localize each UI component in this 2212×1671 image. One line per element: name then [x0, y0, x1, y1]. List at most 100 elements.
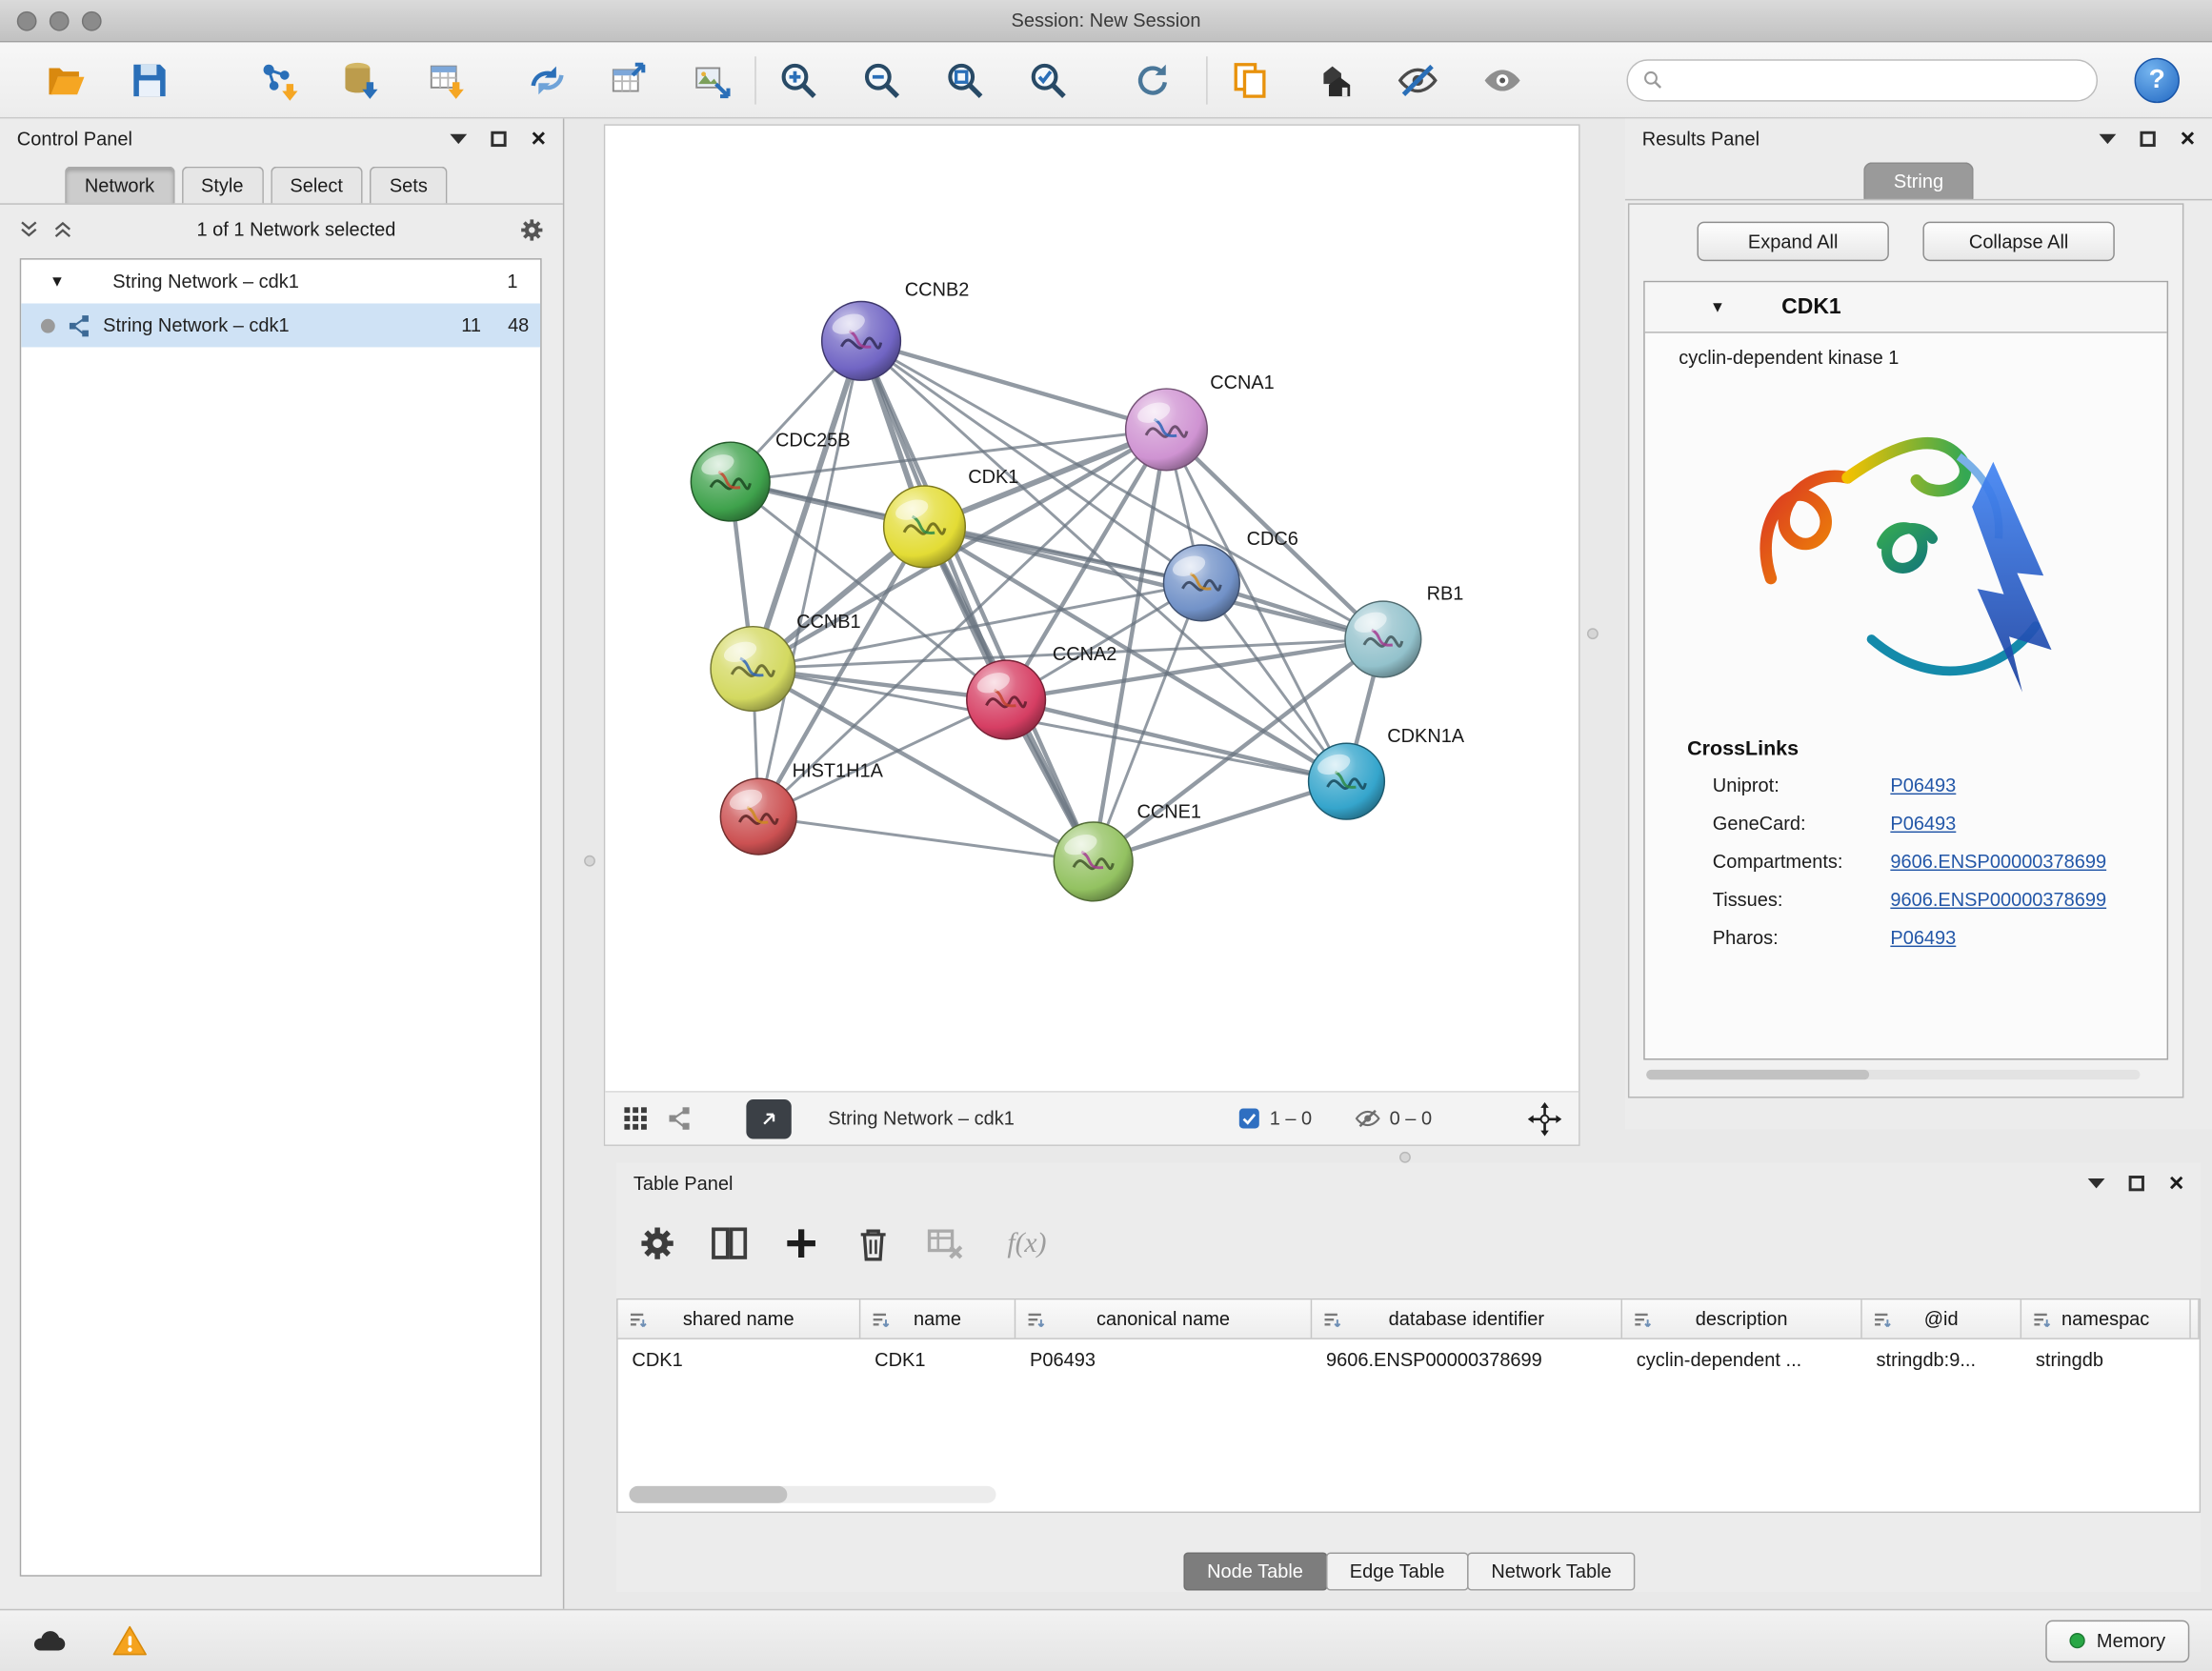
column-header-shared-name[interactable]: shared name	[618, 1299, 861, 1338]
bottom-splitter-handle[interactable]	[1399, 1152, 1411, 1163]
tab-sets[interactable]: Sets	[370, 167, 447, 204]
close-panel-icon[interactable]: ×	[2181, 126, 2196, 151]
help-button[interactable]: ?	[2135, 57, 2180, 102]
node-RB1[interactable]: RB1	[1345, 584, 1463, 677]
birds-eye-grid-icon[interactable]	[622, 1105, 649, 1132]
column-header-namespac[interactable]: namespac	[2021, 1299, 2191, 1338]
zoom-window-icon[interactable]	[82, 11, 102, 31]
tab-network-table[interactable]: Network Table	[1467, 1553, 1636, 1591]
apply-layout-button[interactable]	[1121, 49, 1183, 111]
column-header-name[interactable]: name	[860, 1299, 1016, 1338]
panel-menu-icon[interactable]	[2100, 133, 2117, 143]
pan-crosshair-icon[interactable]	[1528, 1101, 1562, 1136]
selected-count-badge[interactable]: 1 – 0	[1237, 1106, 1313, 1130]
node-CDK1[interactable]: CDK1	[884, 467, 1019, 568]
tab-node-table[interactable]: Node Table	[1183, 1553, 1327, 1591]
edge-CCNB2-CCNE1[interactable]	[861, 341, 1094, 862]
export-network-button[interactable]	[516, 49, 578, 111]
show-panel-button[interactable]	[1472, 49, 1534, 111]
crosslink-link[interactable]: P06493	[1890, 927, 1956, 948]
export-image-button[interactable]	[681, 49, 743, 111]
add-column-icon[interactable]	[780, 1222, 822, 1264]
import-network-icon	[258, 58, 300, 100]
node-CCNE1[interactable]: CCNE1	[1054, 802, 1201, 901]
export-table-button[interactable]	[598, 49, 660, 111]
node-CCNA1[interactable]: CCNA1	[1126, 372, 1275, 471]
close-panel-icon[interactable]: ×	[532, 126, 547, 151]
copy-button[interactable]	[1218, 49, 1280, 111]
crosslink-link[interactable]: P06493	[1890, 775, 1956, 795]
delete-column-icon[interactable]	[852, 1222, 894, 1264]
edge-CCNB2-CCNA1[interactable]	[861, 341, 1166, 430]
gear-icon[interactable]	[517, 215, 546, 244]
protein-name: CDK1	[1781, 294, 1840, 320]
collapse-all-icon[interactable]	[17, 217, 41, 241]
open-session-button[interactable]	[34, 49, 96, 111]
column-header-description[interactable]: description	[1622, 1299, 1862, 1338]
left-splitter-handle[interactable]	[584, 856, 595, 867]
cloud-button[interactable]	[23, 1620, 73, 1661]
zoom-out-button[interactable]	[851, 49, 913, 111]
warnings-button[interactable]	[105, 1620, 155, 1661]
node-label: CCNB1	[796, 612, 861, 633]
table-scrollbar[interactable]	[629, 1486, 995, 1503]
import-database-button[interactable]	[331, 49, 392, 111]
edge-HIST1H1A-CCNE1[interactable]	[758, 816, 1093, 861]
hidden-count-badge[interactable]: 0 – 0	[1355, 1105, 1432, 1132]
panel-menu-icon[interactable]	[2088, 1178, 2105, 1187]
share-network-icon[interactable]	[666, 1105, 693, 1132]
zoom-in-button[interactable]	[768, 49, 830, 111]
close-panel-icon[interactable]: ×	[2169, 1170, 2184, 1196]
close-window-icon[interactable]	[17, 11, 37, 31]
results-scrollbar[interactable]	[1646, 1070, 2140, 1079]
column-header-database-identifier[interactable]: database identifier	[1312, 1299, 1622, 1338]
node-CCNB1[interactable]: CCNB1	[711, 612, 861, 711]
node-CDKN1A[interactable]: CDKN1A	[1309, 726, 1465, 819]
crosslink-link[interactable]: 9606.ENSP00000378699	[1890, 851, 2106, 872]
edge-CCNA2-HIST1H1A[interactable]	[758, 700, 1006, 817]
home-button[interactable]	[1305, 49, 1367, 111]
network-canvas[interactable]: CCNB2CCNA1CDC25BCDK1CDC6RB1CCNB1CCNA2CDK…	[605, 126, 1579, 1091]
tab-network[interactable]: Network	[65, 167, 174, 204]
tab-string[interactable]: String	[1864, 162, 1973, 199]
tree-caret-icon[interactable]: ▼	[50, 273, 65, 291]
table-row[interactable]: CDK1CDK1P064939606.ENSP00000378699cyclin…	[618, 1339, 2200, 1379]
open-in-browser-button[interactable]	[746, 1098, 791, 1137]
save-session-button[interactable]	[118, 49, 180, 111]
panel-menu-icon[interactable]	[451, 133, 468, 143]
float-panel-icon[interactable]	[2141, 131, 2156, 146]
edge-CCNB2-HIST1H1A[interactable]	[758, 341, 861, 816]
search-input[interactable]	[1673, 70, 2081, 91]
crosslink-link[interactable]: P06493	[1890, 813, 1956, 834]
right-splitter-handle[interactable]	[1587, 628, 1599, 639]
control-panel-header: Control Panel ×	[0, 118, 563, 157]
node-HIST1H1A[interactable]: HIST1H1A	[720, 761, 883, 855]
network-row[interactable]: String Network – cdk1 11 48	[21, 304, 540, 348]
network-label: String Network – cdk1	[103, 314, 290, 335]
float-panel-icon[interactable]	[2129, 1175, 2144, 1190]
crosslink-link[interactable]: 9606.ENSP00000378699	[1890, 889, 2106, 910]
tab-edge-table[interactable]: Edge Table	[1326, 1553, 1469, 1591]
zoom-selected-button[interactable]	[1017, 49, 1079, 111]
table-export-icon	[608, 58, 650, 100]
float-panel-icon[interactable]	[492, 131, 507, 146]
column-header-canonical-name[interactable]: canonical name	[1016, 1299, 1312, 1338]
protein-entry-header[interactable]: ▼ CDK1	[1645, 282, 2167, 332]
entry-caret-icon[interactable]: ▼	[1710, 298, 1725, 315]
import-network-button[interactable]	[249, 49, 311, 111]
zoom-fit-button[interactable]	[934, 49, 995, 111]
network-collection-row[interactable]: ▼ String Network – cdk1 1	[21, 260, 540, 304]
expand-all-icon[interactable]	[50, 217, 74, 241]
table-gear-icon[interactable]	[636, 1222, 678, 1264]
expand-all-button[interactable]: Expand All	[1697, 222, 1888, 261]
tab-style[interactable]: Style	[181, 167, 263, 204]
show-columns-icon[interactable]	[708, 1222, 750, 1264]
import-table-button[interactable]	[416, 49, 478, 111]
collapse-all-button[interactable]: Collapse All	[1922, 222, 2114, 261]
column-header--id[interactable]: @id	[1862, 1299, 2021, 1338]
tab-select[interactable]: Select	[271, 167, 363, 204]
minimize-window-icon[interactable]	[50, 11, 70, 31]
hide-panel-button[interactable]	[1387, 49, 1449, 111]
memory-button[interactable]: Memory	[2046, 1620, 2190, 1661]
network-tree: ▼ String Network – cdk1 1 String Network…	[20, 258, 542, 1577]
